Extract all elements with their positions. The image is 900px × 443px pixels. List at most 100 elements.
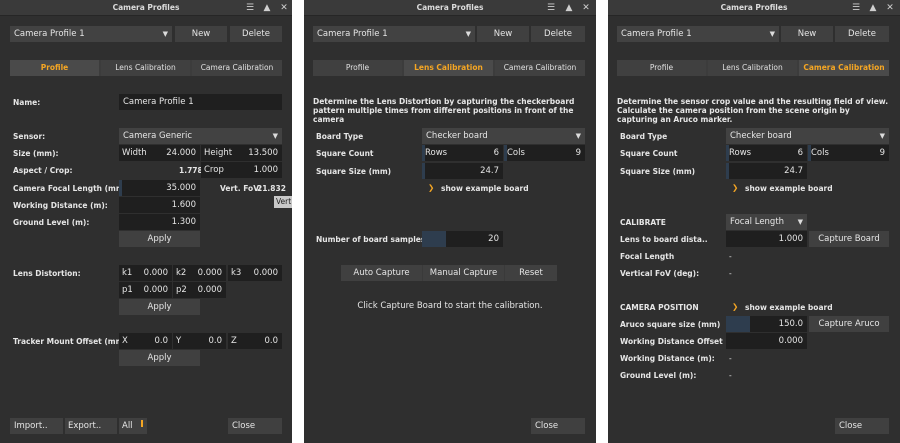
chevron-right-icon[interactable]: ❯ [732, 302, 738, 311]
close-icon[interactable]: ✕ [580, 2, 592, 14]
tab-camera-calibration[interactable]: Camera Calibration [495, 60, 585, 76]
cols-label: Cols [811, 148, 829, 158]
delete-button[interactable]: Delete [230, 26, 282, 42]
camera-description: Determine the sensor crop value and the … [617, 97, 889, 124]
tab-camera-calibration[interactable]: Camera Calibration [192, 60, 282, 76]
menu-icon[interactable]: ☰ [244, 2, 256, 14]
profile-combo-label: Camera Profile 1 [14, 29, 85, 39]
show-example-board-link[interactable]: show example board [745, 184, 833, 193]
y-field[interactable]: Y 0.0 [173, 333, 226, 349]
export-button[interactable]: Export.. [65, 418, 117, 434]
width-field[interactable]: Width 24.000 [119, 145, 200, 161]
sensor-label: Sensor: [13, 132, 46, 141]
show-example-board-link[interactable]: show example board [745, 303, 833, 312]
board-type-combo[interactable]: Checker board ▼ [422, 128, 585, 144]
calibration-status: Click Capture Board to start the calibra… [357, 301, 543, 311]
new-button[interactable]: New [477, 26, 529, 42]
delete-button[interactable]: Delete [531, 26, 585, 42]
profile-combo[interactable]: Camera Profile 1 ▼ [313, 26, 475, 42]
k2-field[interactable]: k2 0.000 [173, 265, 226, 281]
calibrate-label: CALIBRATE [620, 218, 666, 227]
apply-button[interactable]: Apply [119, 350, 200, 366]
rows-label: Rows [729, 148, 752, 158]
dropdown-arrow-icon: ▼ [879, 132, 885, 140]
p1-field[interactable]: p1 0.000 [119, 282, 172, 298]
tab-lens-calibration[interactable]: Lens Calibration [708, 60, 797, 76]
menu-icon[interactable]: ☰ [545, 2, 557, 14]
profile-combo-label: Camera Profile 1 [621, 29, 692, 39]
profile-combo[interactable]: Camera Profile 1 ▼ [617, 26, 779, 42]
cols-field[interactable]: Cols 9 [808, 145, 889, 161]
z-label: Z [231, 336, 237, 346]
aruco-size-bar [726, 316, 750, 332]
aspect-label: Aspect / Crop: [13, 166, 73, 175]
square-size-field[interactable]: 24.7 [422, 163, 503, 179]
focal-length-field[interactable]: 35.000 [119, 180, 200, 196]
close-button[interactable]: Close [531, 418, 585, 434]
height-field[interactable]: Height 13.500 [201, 145, 282, 161]
profile-combo[interactable]: Camera Profile 1 ▼ [10, 26, 172, 42]
apply-button[interactable]: Apply [119, 231, 200, 247]
rows-field[interactable]: Rows 6 [726, 145, 807, 161]
capture-board-button[interactable]: Capture Board [809, 231, 889, 247]
tab-profile[interactable]: Profile [617, 60, 706, 76]
close-button[interactable]: Close [228, 418, 282, 434]
ground-level-field[interactable]: 1.300 [119, 214, 200, 230]
rows-value: 6 [797, 148, 803, 158]
vertical-fov-value: - [729, 269, 732, 278]
board-samples-value: 20 [488, 234, 499, 244]
calibrate-combo[interactable]: Focal Length ▼ [726, 214, 807, 230]
tab-camera-calibration[interactable]: Camera Calibration [799, 60, 889, 76]
crop-field[interactable]: Crop 1.000 [201, 162, 282, 178]
all-toggle-label: All [122, 421, 133, 431]
menu-icon[interactable]: ☰ [850, 2, 862, 14]
new-button[interactable]: New [781, 26, 833, 42]
k1-field[interactable]: k1 0.000 [119, 265, 172, 281]
rows-field[interactable]: Rows 6 [422, 145, 503, 161]
arrow-up-icon[interactable]: ▲ [867, 2, 879, 14]
k3-field[interactable]: k3 0.000 [228, 265, 282, 281]
all-toggle[interactable]: All [119, 418, 147, 434]
camera-position-label: CAMERA POSITION [620, 303, 699, 312]
working-distance-value: - [729, 354, 732, 363]
delete-button[interactable]: Delete [835, 26, 889, 42]
working-distance-field[interactable]: 1.600 [119, 197, 200, 213]
board-type-combo[interactable]: Checker board ▼ [726, 128, 889, 144]
aruco-size-field[interactable]: 150.0 [726, 316, 807, 332]
close-button[interactable]: Close [835, 418, 889, 434]
x-field[interactable]: X 0.0 [119, 333, 172, 349]
square-size-field[interactable]: 24.7 [726, 163, 807, 179]
name-field[interactable]: Camera Profile 1 [119, 94, 282, 110]
close-icon[interactable]: ✕ [278, 2, 290, 14]
reset-button[interactable]: Reset [505, 265, 557, 281]
tab-profile[interactable]: Profile [313, 60, 402, 76]
tab-lens-calibration[interactable]: Lens Calibration [101, 60, 190, 76]
board-samples-field[interactable]: 20 [422, 231, 503, 247]
tab-lens-calibration[interactable]: Lens Calibration [404, 60, 493, 76]
focal-length-label: Camera Focal Length (mm): [13, 184, 131, 193]
vfov-value: 21.832 [257, 184, 286, 193]
chevron-right-icon[interactable]: ❯ [732, 183, 738, 192]
close-icon[interactable]: ✕ [884, 2, 896, 14]
arrow-up-icon[interactable]: ▲ [563, 2, 575, 14]
sensor-combo[interactable]: Camera Generic ▼ [119, 128, 282, 144]
import-button[interactable]: Import.. [10, 418, 63, 434]
chevron-right-icon[interactable]: ❯ [428, 183, 434, 192]
square-size-bar [726, 163, 729, 179]
tab-bar: Profile Lens Calibration Camera Calibrat… [617, 60, 889, 76]
tab-profile[interactable]: Profile [10, 60, 99, 76]
new-button[interactable]: New [175, 26, 227, 42]
z-field[interactable]: Z 0.0 [228, 333, 282, 349]
capture-aruco-button[interactable]: Capture Aruco [809, 316, 889, 332]
arrow-up-icon[interactable]: ▲ [261, 2, 273, 14]
show-example-board-link[interactable]: show example board [441, 184, 529, 193]
manual-capture-button[interactable]: Manual Capture [423, 265, 504, 281]
working-distance-offset-field[interactable]: 0.000 [726, 333, 807, 349]
crop-value: 1.000 [253, 165, 278, 175]
auto-capture-button[interactable]: Auto Capture [341, 265, 422, 281]
cols-field[interactable]: Cols 9 [504, 145, 585, 161]
title-bar: Camera Profiles ☰ ▲ ✕ [608, 0, 900, 16]
apply-button[interactable]: Apply [119, 299, 200, 315]
p2-field[interactable]: p2 0.000 [173, 282, 226, 298]
lens-to-board-field[interactable]: 1.000 [726, 231, 807, 247]
